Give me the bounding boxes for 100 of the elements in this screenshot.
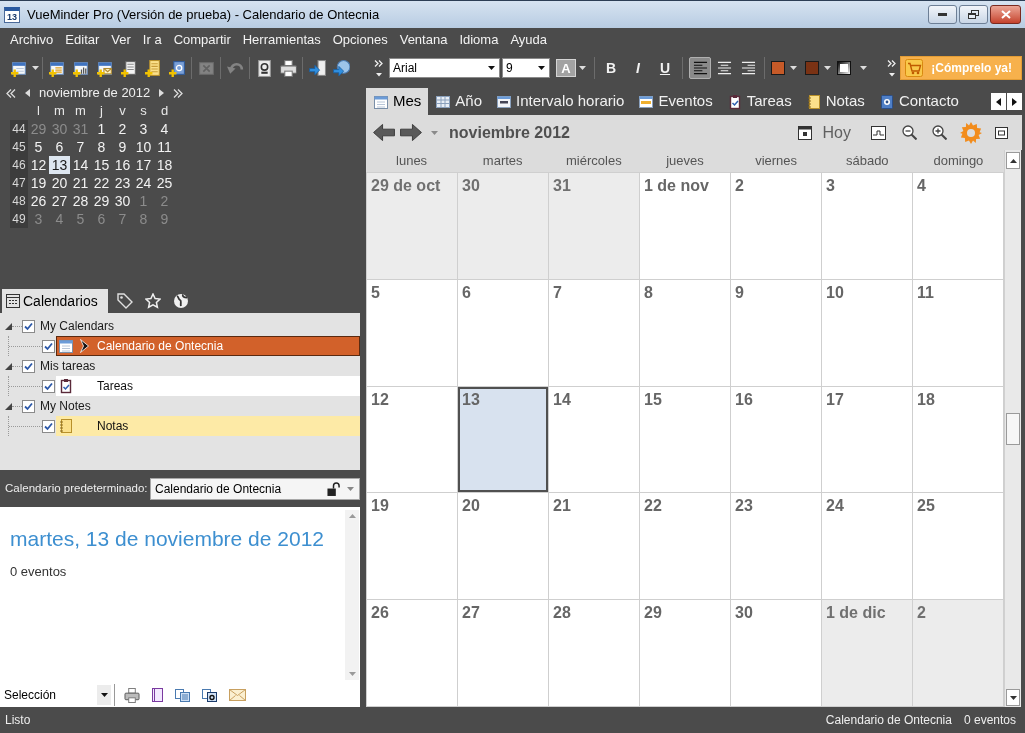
star-icon[interactable] bbox=[144, 293, 161, 309]
menu-item[interactable]: Opciones bbox=[332, 30, 388, 50]
day-cell[interactable]: 13 bbox=[458, 386, 549, 494]
day-cell[interactable]: 17 bbox=[822, 386, 913, 494]
menu-item[interactable]: Ayuda bbox=[510, 30, 548, 50]
globe-icon[interactable] bbox=[172, 293, 189, 309]
day-cell[interactable]: 18 bbox=[913, 386, 1004, 494]
day-cell[interactable]: 31 bbox=[549, 173, 640, 280]
arrow-globe-icon[interactable] bbox=[332, 59, 350, 77]
day-cell[interactable]: 8 bbox=[640, 279, 731, 387]
day-cell[interactable]: 30 bbox=[112, 192, 133, 210]
day-cell[interactable]: 23 bbox=[731, 493, 822, 601]
caret-down-icon[interactable] bbox=[32, 66, 39, 70]
view-tab[interactable]: Intervalo horario bbox=[489, 88, 632, 115]
day-cell[interactable]: 5 bbox=[367, 279, 458, 387]
day-cell[interactable]: 28 bbox=[70, 192, 91, 210]
day-cell[interactable]: 10 bbox=[822, 279, 913, 387]
day-cell[interactable]: 16 bbox=[731, 386, 822, 494]
day-cell[interactable]: 15 bbox=[91, 156, 112, 174]
font-size-combo[interactable]: 9 bbox=[502, 58, 550, 78]
tree-group-label[interactable]: Mis tareas bbox=[39, 357, 97, 375]
font-combo[interactable]: Arial bbox=[389, 58, 500, 78]
day-cell[interactable]: 20 bbox=[49, 174, 70, 192]
day-cell[interactable]: 1 de nov bbox=[640, 173, 731, 280]
day-cell[interactable]: 26 bbox=[367, 600, 458, 707]
view-select[interactable]: Selección bbox=[0, 684, 111, 706]
day-cell[interactable]: 3 bbox=[822, 173, 913, 280]
chevron-overflow-icon[interactable] bbox=[374, 59, 384, 77]
zoom-out-icon[interactable] bbox=[902, 125, 917, 140]
tab-scroll-right-button[interactable] bbox=[1007, 93, 1022, 110]
underline-button[interactable]: U bbox=[654, 57, 676, 79]
today-button[interactable]: Hoy bbox=[822, 120, 851, 145]
copy-icon[interactable] bbox=[175, 688, 190, 702]
scroll-down-button[interactable] bbox=[1006, 689, 1020, 706]
day-cell[interactable]: 27 bbox=[49, 192, 70, 210]
menu-item[interactable]: Archivo bbox=[10, 30, 54, 50]
caret-down-icon[interactable] bbox=[860, 66, 867, 70]
day-cell[interactable]: 8 bbox=[91, 138, 112, 156]
restore-button[interactable] bbox=[959, 5, 988, 24]
day-cell[interactable]: 28 bbox=[549, 600, 640, 707]
zoom-in-icon[interactable] bbox=[932, 125, 947, 140]
scrollbar[interactable] bbox=[345, 510, 359, 680]
align-left-button[interactable] bbox=[689, 57, 711, 79]
view-tab[interactable]: Tareas bbox=[719, 88, 799, 115]
day-cell[interactable]: 19 bbox=[367, 493, 458, 601]
day-cell[interactable]: 12 bbox=[367, 386, 458, 494]
day-cell[interactable]: 25 bbox=[154, 174, 175, 192]
day-cell[interactable]: 16 bbox=[112, 156, 133, 174]
menu-item[interactable]: Ver bbox=[111, 30, 131, 50]
calendar-list-plus-icon[interactable] bbox=[48, 59, 66, 77]
day-cell[interactable]: 12 bbox=[28, 156, 49, 174]
caret-down-icon[interactable] bbox=[790, 66, 797, 70]
day-cell[interactable]: 29 de oct bbox=[367, 173, 458, 280]
expander-triangle-icon[interactable] bbox=[5, 322, 12, 330]
menu-item[interactable]: Ir a bbox=[142, 30, 162, 50]
calendar-row[interactable]: Notas bbox=[56, 416, 360, 436]
scroll-up-button[interactable] bbox=[1006, 152, 1020, 169]
day-cell[interactable]: 4 bbox=[913, 173, 1004, 280]
bold-button[interactable]: B bbox=[600, 57, 622, 79]
day-cell[interactable]: 11 bbox=[154, 138, 175, 156]
day-cell[interactable]: 1 de dic bbox=[822, 600, 913, 707]
minimize-button[interactable] bbox=[928, 5, 957, 24]
day-cell[interactable]: 1 bbox=[91, 120, 112, 138]
day-cell[interactable]: 9 bbox=[112, 138, 133, 156]
checkbox[interactable] bbox=[22, 319, 35, 333]
day-cell[interactable]: 20 bbox=[458, 493, 549, 601]
day-cell[interactable]: 18 bbox=[154, 156, 175, 174]
day-cell[interactable]: 2 bbox=[112, 120, 133, 138]
day-cell[interactable]: 24 bbox=[822, 493, 913, 601]
notepad-plus-icon[interactable] bbox=[144, 59, 162, 77]
day-cell[interactable]: 13 bbox=[49, 156, 70, 174]
checkbox[interactable] bbox=[42, 379, 55, 393]
expander-triangle-icon[interactable] bbox=[5, 402, 12, 410]
triangle-left-icon[interactable] bbox=[25, 89, 30, 97]
day-cell[interactable]: 6 bbox=[458, 279, 549, 387]
scrollbar-thumb[interactable] bbox=[1006, 413, 1020, 445]
chevron-overflow-icon[interactable] bbox=[887, 59, 898, 77]
color-swatch-icon[interactable] bbox=[805, 61, 819, 75]
calendar-row[interactable]: Calendario de Ontecnia bbox=[56, 336, 360, 356]
menu-item[interactable]: Herramientas bbox=[242, 30, 321, 50]
day-cell[interactable]: 11 bbox=[913, 279, 1004, 387]
menu-item[interactable]: Compartir bbox=[173, 30, 231, 50]
arrow-right-icon[interactable] bbox=[400, 123, 422, 142]
day-cell[interactable]: 2 bbox=[913, 600, 1004, 707]
arrow-document-icon[interactable] bbox=[308, 59, 326, 77]
day-cell[interactable]: 5 bbox=[28, 138, 49, 156]
day-cell[interactable]: 2 bbox=[731, 173, 822, 280]
day-cell[interactable]: 26 bbox=[28, 192, 49, 210]
expander-triangle-icon[interactable] bbox=[5, 362, 12, 370]
day-cell[interactable]: 21 bbox=[70, 174, 91, 192]
scrollbar[interactable] bbox=[1004, 150, 1021, 707]
day-cell[interactable]: 27 bbox=[458, 600, 549, 707]
menu-item[interactable]: Idioma bbox=[459, 30, 499, 50]
step-chart-icon[interactable] bbox=[871, 125, 886, 140]
checkbox[interactable] bbox=[22, 399, 35, 413]
checkbox[interactable] bbox=[22, 359, 35, 373]
printer-icon[interactable] bbox=[124, 687, 140, 703]
day-cell[interactable]: 4 bbox=[154, 120, 175, 138]
calendar-envelope-plus-icon[interactable] bbox=[96, 59, 114, 77]
day-cell[interactable]: 30 bbox=[458, 173, 549, 280]
